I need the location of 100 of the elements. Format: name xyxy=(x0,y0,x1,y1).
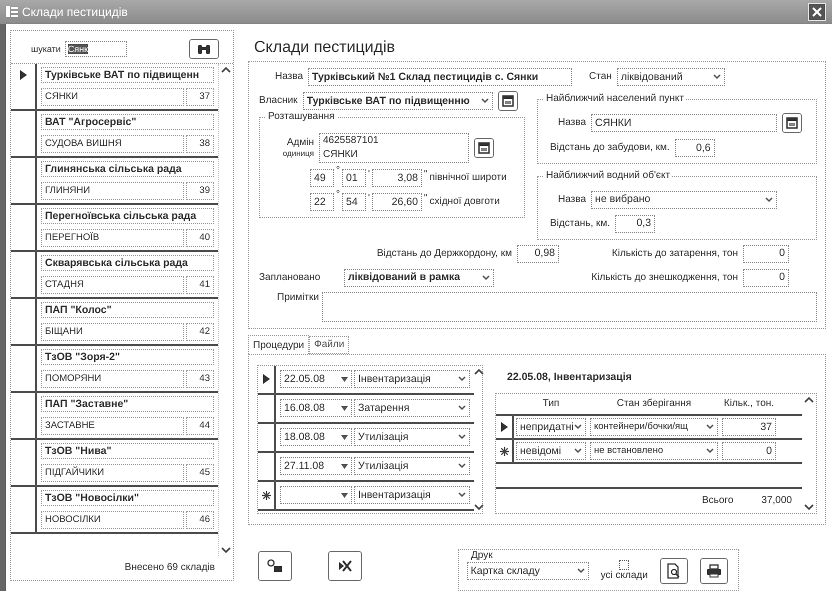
text-field[interactable]: 22 xyxy=(310,193,334,212)
field-label: Кількість до знешкодження, тон xyxy=(591,272,738,284)
dropdown[interactable]: контейнери/бочки/ящ xyxy=(590,418,718,436)
scroll-up-icon[interactable] xyxy=(474,368,484,376)
text-field[interactable]: 0 xyxy=(743,244,789,263)
chevron-icon xyxy=(706,448,714,454)
dropdown-arrow-icon xyxy=(341,492,348,498)
dropdown-arrow-icon xyxy=(341,464,348,469)
cancel-button[interactable] xyxy=(328,551,362,581)
checkbox[interactable] xyxy=(619,560,630,570)
dropdown[interactable]: не встановлено xyxy=(590,442,718,460)
lookup-button[interactable] xyxy=(474,138,494,158)
cross-arrow-icon xyxy=(338,560,352,572)
text-field[interactable]: 0 xyxy=(743,268,789,287)
text-field[interactable]: 49 xyxy=(310,169,334,188)
field-label: східної довготи xyxy=(429,196,500,208)
dropdown[interactable]: Утилізація xyxy=(354,428,470,446)
chevron-icon xyxy=(480,98,489,104)
text-field[interactable]: СЯНКИ xyxy=(591,114,778,132)
scroll-down-icon[interactable] xyxy=(804,503,814,511)
dropdown[interactable]: ліквідований в рамка xyxy=(344,268,494,287)
text-field[interactable]: 01 xyxy=(342,169,366,188)
lookup-button[interactable] xyxy=(498,91,518,112)
field-label: Кількість до затарення, тон xyxy=(612,248,738,260)
date-field[interactable]: 27.11.08 xyxy=(280,457,352,476)
field-label: Власник xyxy=(259,95,298,108)
dropdown[interactable]: Інвентаризація xyxy=(354,486,470,504)
dropdown[interactable]: Утилізація xyxy=(354,457,470,476)
name-field[interactable]: Турківський №1 Склад пестицидів с. Сянки xyxy=(308,68,572,86)
text-field[interactable]: 0 xyxy=(722,442,776,460)
admin-unit-field[interactable]: 4625587101 СЯНКИ xyxy=(319,133,469,164)
scroll-down-icon[interactable] xyxy=(474,503,484,511)
dropdown[interactable]: не вибрано xyxy=(591,190,778,209)
current-row-icon xyxy=(20,70,26,80)
field-label: Назва xyxy=(558,194,586,206)
scroll-up-icon[interactable] xyxy=(804,396,814,404)
shapes-icon xyxy=(267,559,283,573)
second-mark: " xyxy=(424,193,428,206)
add-button[interactable] xyxy=(258,551,292,581)
dropdown[interactable]: непридатні xyxy=(516,418,586,436)
owner-field: Глинянська сільська рада xyxy=(41,161,214,177)
field-label: Примітки xyxy=(277,292,317,304)
scroll-down-icon[interactable] xyxy=(221,546,231,554)
dropdown[interactable]: невідомі xyxy=(516,442,586,460)
print-button[interactable] xyxy=(700,558,728,584)
village-field: БІЩАНИ xyxy=(41,323,184,341)
dropdown[interactable]: Турківське ВАТ по підвищенню xyxy=(302,92,493,110)
chevron-icon xyxy=(706,424,714,430)
village-field: ПЕРЕГНОЇВ xyxy=(41,229,184,247)
number-field: 45 xyxy=(186,464,214,482)
group-title: Розташування xyxy=(266,111,337,124)
date-field[interactable] xyxy=(280,486,352,504)
text-field[interactable]: 26,60 xyxy=(372,193,422,212)
search-field[interactable]: Сянк xyxy=(64,41,127,57)
scroll-up-icon[interactable] xyxy=(221,66,231,74)
field-label: Адмін xyxy=(286,138,314,148)
total-label: Всього xyxy=(702,495,734,507)
tab[interactable]: Файли xyxy=(309,336,350,354)
new-row-icon xyxy=(500,446,508,456)
window-icon xyxy=(478,142,490,154)
preview-button[interactable] xyxy=(660,558,688,584)
text-field[interactable]: 0,3 xyxy=(615,214,656,233)
date-field[interactable]: 18.08.08 xyxy=(280,428,352,446)
close-button[interactable] xyxy=(808,3,826,21)
chevron-icon xyxy=(482,274,490,281)
page-title: Склади пестицидів xyxy=(254,38,396,58)
lookup-button[interactable] xyxy=(782,113,802,134)
window-title: Склади пестицидів xyxy=(22,4,128,20)
group-title: Друк xyxy=(469,550,495,562)
dropdown[interactable]: Картка складу xyxy=(466,562,589,580)
text-field[interactable]: 54 xyxy=(342,193,366,212)
village-field: СЯНКИ xyxy=(41,88,184,106)
number-field: 40 xyxy=(186,229,214,247)
number-field: 42 xyxy=(186,323,214,341)
text-field[interactable]: 0,6 xyxy=(674,139,715,158)
find-button[interactable] xyxy=(189,39,219,59)
dropdown[interactable]: Затарення xyxy=(354,399,470,418)
village-field: СТАДНЯ xyxy=(41,276,184,294)
owner-field: ВАТ "Агросервіс" xyxy=(41,114,214,130)
chevron-icon xyxy=(574,448,582,454)
chevron-icon xyxy=(458,492,466,498)
number-field: 46 xyxy=(186,511,214,529)
window-icon xyxy=(786,117,798,130)
date-field[interactable]: 16.08.08 xyxy=(280,399,352,418)
dropdown[interactable]: Інвентаризація xyxy=(354,370,470,388)
dropdown[interactable]: ліквідований xyxy=(616,68,725,86)
current-row-icon xyxy=(262,374,270,384)
chevron-icon xyxy=(765,196,774,203)
new-row-icon xyxy=(262,490,270,500)
date-field[interactable]: 22.05.08 xyxy=(280,370,352,388)
tab[interactable]: Процедури xyxy=(248,334,310,354)
number-field: 44 xyxy=(186,417,214,435)
window-icon xyxy=(502,95,514,108)
village-field: ПІДГАЙЧИКИ xyxy=(41,464,184,482)
field-label: Відстань до Держкордону, км xyxy=(376,248,512,260)
binoculars-icon xyxy=(197,44,211,54)
text-field[interactable]: 0,98 xyxy=(517,244,559,263)
notes-field[interactable] xyxy=(322,292,817,322)
text-field[interactable]: 3,08 xyxy=(372,169,422,188)
text-field[interactable]: 37 xyxy=(722,418,776,436)
